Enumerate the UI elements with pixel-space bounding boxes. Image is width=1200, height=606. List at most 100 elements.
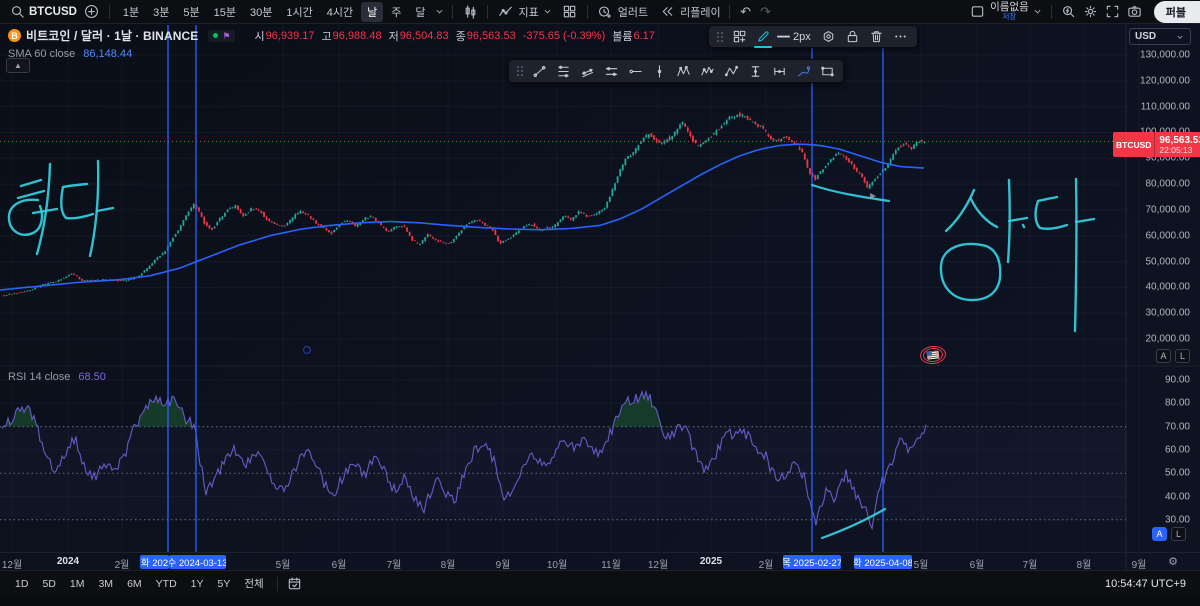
rsi-axis-label: 50.00: [1165, 468, 1190, 479]
range-button-5Y[interactable]: 5Y: [211, 575, 238, 593]
indicators-icon[interactable]: [494, 2, 516, 22]
xabcd-pattern-tool-icon[interactable]: [671, 61, 695, 82]
lock-drawing-icon[interactable]: [841, 26, 865, 47]
snapshot-camera-icon[interactable]: [1124, 2, 1146, 22]
timeframe-expand-chevron-icon[interactable]: [432, 2, 446, 22]
rectangle-tool-icon[interactable]: [815, 61, 839, 82]
trend-line-tool-icon[interactable]: [527, 61, 551, 82]
collapse-pane-button[interactable]: ▲: [6, 58, 30, 73]
fib-retracement-tool-icon[interactable]: [551, 61, 575, 82]
range-button-전체[interactable]: 전체: [237, 573, 270, 594]
symbol-title[interactable]: 비트코인 / 달러 · 1날 · BINANCE: [26, 27, 198, 44]
parallel-channel-tool-icon[interactable]: [575, 61, 599, 82]
brush-tool-icon[interactable]: [791, 61, 815, 82]
range-button-1D[interactable]: 1D: [8, 575, 35, 593]
date-range-tool-icon[interactable]: [767, 61, 791, 82]
layout-name-button[interactable]: 이름없음 저장: [990, 2, 1029, 22]
timeframe-button-30분[interactable]: 30분: [244, 2, 278, 22]
delete-drawing-icon[interactable]: [865, 26, 889, 47]
go-to-date-icon[interactable]: [284, 574, 306, 594]
timeframe-button-주[interactable]: 주: [385, 2, 407, 22]
time-axis-label: 2월: [759, 556, 774, 571]
rsi-legend-row[interactable]: RSI 14 close 68.50: [8, 371, 106, 383]
range-button-YTD[interactable]: YTD: [149, 575, 184, 593]
time-axis-label: 5월: [914, 556, 929, 571]
flag-symbol-icon[interactable]: ⚑: [222, 32, 230, 40]
volume-value: 6.17: [633, 30, 654, 42]
alert-icon[interactable]: [594, 2, 616, 22]
symbol-search-icon[interactable]: [6, 2, 28, 22]
chart-canvas[interactable]: [0, 0, 1200, 606]
indicators-chevron-icon[interactable]: [541, 2, 555, 22]
range-button-1Y[interactable]: 1Y: [184, 575, 211, 593]
range-button-5D[interactable]: 5D: [35, 575, 62, 593]
date-marker-pill: 수 2024-03-13: [169, 555, 226, 569]
line-width-icon[interactable]: [775, 26, 791, 47]
rsi-auto-button[interactable]: A: [1152, 527, 1167, 541]
replay-icon[interactable]: [656, 2, 678, 22]
layout-chevron-icon[interactable]: [1031, 2, 1045, 22]
drawing-settings-icon[interactable]: [817, 26, 841, 47]
time-axis-label: 7월: [387, 556, 402, 571]
toolbar-drag-handle-icon[interactable]: [717, 32, 723, 42]
timeframe-button-1시간[interactable]: 1시간: [280, 2, 318, 22]
time-axis-label: 5월: [276, 556, 291, 571]
more-options-icon[interactable]: [889, 26, 913, 47]
indicator-templates-icon[interactable]: [559, 2, 581, 22]
fullscreen-icon[interactable]: [1102, 2, 1124, 22]
price-log-button[interactable]: L: [1175, 349, 1190, 363]
horizontal-ray-tool-icon[interactable]: [623, 61, 647, 82]
currency-dropdown[interactable]: USD: [1129, 28, 1191, 45]
abcd-pattern-tool-icon[interactable]: [719, 61, 743, 82]
line-width-value[interactable]: 2px: [793, 31, 811, 43]
drawing-template-icon[interactable]: [727, 26, 751, 47]
time-axis[interactable]: ⚙ 12월20242월5월6월7월8월9월10월11월12월20252월5월6월…: [0, 552, 1200, 570]
timeframe-button-5분[interactable]: 5분: [177, 2, 205, 22]
alert-button[interactable]: 얼러트: [618, 4, 648, 20]
vertical-line-tool-icon[interactable]: [647, 61, 671, 82]
timeframe-button-15분[interactable]: 15분: [208, 2, 242, 22]
settings-gear-icon[interactable]: [1080, 2, 1102, 22]
us-flag-sticker[interactable]: [919, 345, 947, 366]
timeframe-button-1분[interactable]: 1분: [117, 2, 145, 22]
timeframe-button-4시간[interactable]: 4시간: [321, 2, 359, 22]
date-marker-pill: 화 202: [140, 555, 169, 569]
elliott-wave-tool-icon[interactable]: [695, 61, 719, 82]
redo-button[interactable]: ↷: [756, 4, 776, 20]
timeframe-button-3분[interactable]: 3분: [147, 2, 175, 22]
range-button-6M[interactable]: 6M: [120, 575, 149, 593]
flat-channel-tool-icon[interactable]: [599, 61, 623, 82]
pencil-tool-icon[interactable]: [751, 26, 775, 47]
layout-select-icon[interactable]: [966, 2, 988, 22]
ohlc-values: 시96,939.17 고96,988.48 저96,504.83 종96,563…: [247, 28, 654, 44]
publish-button[interactable]: 퍼블: [1154, 1, 1200, 23]
compare-add-icon[interactable]: [81, 2, 103, 22]
top-toolbar-left: BTCUSD 1분3분5분15분30분1시간4시간날주달 지표 얼러트 리플레이…: [0, 0, 776, 24]
rsi-axis-label: 80.00: [1165, 398, 1190, 409]
time-axis-settings-icon[interactable]: ⚙: [1166, 556, 1180, 569]
replay-button[interactable]: 리플레이: [680, 4, 720, 20]
rsi-axis-label: 90.00: [1165, 375, 1190, 386]
price-axis-label: 20,000.00: [1146, 334, 1191, 345]
clock-display[interactable]: 10:54:47 UTC+9: [1105, 578, 1186, 590]
symbol-search-button[interactable]: BTCUSD: [29, 6, 77, 18]
timeframe-button-달[interactable]: 달: [409, 2, 431, 22]
time-axis-label: 6월: [970, 556, 985, 571]
range-button-3M[interactable]: 3M: [91, 575, 120, 593]
chart-style-candles-icon[interactable]: [459, 2, 481, 22]
rsi-log-button[interactable]: L: [1171, 527, 1186, 541]
layout-save-label[interactable]: 저장: [1003, 12, 1017, 22]
timeframe-button-날[interactable]: 날: [361, 2, 383, 22]
range-button-1M[interactable]: 1M: [63, 575, 92, 593]
drawing-tools-toolbar: [508, 59, 844, 83]
toolbar-drag-handle-icon[interactable]: [517, 66, 523, 76]
price-axis-label: 50,000.00: [1146, 256, 1191, 267]
price-range-tool-icon[interactable]: [743, 61, 767, 82]
indicators-button[interactable]: 지표: [518, 4, 538, 20]
price-auto-button[interactable]: A: [1156, 349, 1171, 363]
undo-button[interactable]: ↶: [736, 4, 756, 20]
divider: [452, 5, 453, 19]
time-axis-label: 2025: [700, 556, 722, 567]
quick-search-icon[interactable]: [1058, 2, 1080, 22]
divider: [729, 5, 730, 19]
